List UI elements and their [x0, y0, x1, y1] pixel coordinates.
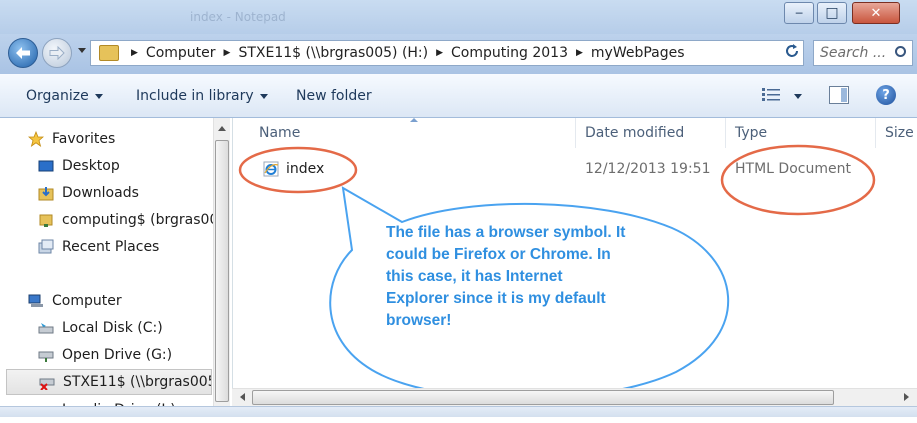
- search-icon: [895, 46, 906, 57]
- callout-line: browser!: [386, 312, 452, 329]
- callout-line: The file has a browser symbol. It: [386, 224, 626, 241]
- minimize-button[interactable]: ─: [784, 2, 814, 24]
- breadcrumb-mywebpages[interactable]: ▶ myWebPages: [568, 45, 685, 61]
- computer-icon: [28, 294, 43, 307]
- nav-downloads-label: Downloads: [62, 185, 139, 201]
- details-pane: [0, 406, 917, 417]
- recent-places-icon: [38, 239, 54, 254]
- maximize-button[interactable]: □: [817, 2, 847, 24]
- folder-icon: [99, 45, 119, 61]
- close-icon: ✕: [870, 5, 882, 21]
- breadcrumb-separator-icon: ▶: [131, 48, 138, 58]
- network-folder-icon: [39, 214, 53, 227]
- chevron-down-icon: [94, 93, 103, 99]
- internet-explorer-icon: [263, 161, 279, 177]
- command-bar: Organize Include in library New folder ?: [0, 74, 917, 118]
- callout-line: Explorer since it is my default: [386, 290, 606, 307]
- maximize-icon: □: [825, 5, 839, 21]
- chevron-down-icon: [259, 93, 268, 99]
- file-row[interactable]: index 12/12/2013 19:51 HTML Document: [253, 158, 893, 182]
- drive-icon: [38, 323, 54, 334]
- title-bar: index - Notepad ─ □ ✕: [0, 0, 917, 34]
- file-list-horizontal-scrollbar[interactable]: [232, 388, 917, 406]
- nav-computing-label: computing$ (brgras004: [62, 212, 228, 228]
- breadcrumb-computer[interactable]: ▶ Computer: [127, 45, 216, 61]
- callout-line: could be Firefox or Chrome. In: [386, 246, 611, 263]
- column-header-date-modified[interactable]: Date modified: [585, 125, 684, 141]
- organize-label: Organize: [26, 88, 89, 104]
- network-drive-icon: [38, 351, 54, 362]
- breadcrumb-separator-icon: ▶: [576, 48, 583, 58]
- desktop-icon: [38, 160, 54, 172]
- column-divider[interactable]: [725, 118, 726, 148]
- address-row: ▶ Computer ▶ STXE11$ (\\brgras005) (H:) ▶ C…: [0, 34, 917, 74]
- downloads-folder-icon: [38, 187, 54, 201]
- arrow-right-icon: [49, 46, 65, 60]
- file-type: HTML Document: [735, 161, 851, 177]
- back-button[interactable]: [8, 38, 38, 68]
- scrollbar-thumb[interactable]: [215, 140, 229, 402]
- nav-local-disk-label: Local Disk (C:): [62, 320, 163, 336]
- navigation-scrollbar[interactable]: [213, 118, 230, 408]
- navigation-pane: Favorites Desktop Downloads computing$ (…: [0, 118, 230, 418]
- nav-open-drive-label: Open Drive (G:): [62, 347, 173, 363]
- column-divider[interactable]: [875, 118, 876, 148]
- breadcrumb-separator-icon: ▶: [436, 48, 444, 58]
- nav-desktop-label: Desktop: [62, 158, 120, 174]
- column-header-size[interactable]: Size: [885, 125, 914, 141]
- disconnected-drive-icon: [39, 378, 55, 390]
- callout-text: The file has a browser symbol. It could …: [386, 222, 686, 332]
- nav-favorites[interactable]: Favorites: [28, 126, 240, 152]
- recent-locations-dropdown[interactable]: [78, 48, 86, 53]
- column-header-type[interactable]: Type: [735, 125, 767, 141]
- file-date-modified: 12/12/2013 19:51: [585, 161, 711, 177]
- arrow-left-icon: [16, 47, 30, 59]
- breadcrumb-computing-2013[interactable]: ▶ Computing 2013: [428, 45, 568, 61]
- search-placeholder: Search ...: [820, 45, 887, 61]
- new-folder-button[interactable]: New folder: [296, 88, 372, 104]
- scroll-right-arrow-icon[interactable]: [904, 393, 909, 401]
- file-name: index: [286, 161, 325, 177]
- include-in-library-label: Include in library: [136, 88, 254, 104]
- nav-computer-label: Computer: [52, 293, 122, 309]
- background-window-title: index - Notepad: [190, 10, 286, 24]
- nav-favorites-label: Favorites: [52, 131, 116, 147]
- close-button[interactable]: ✕: [852, 2, 900, 24]
- star-icon: [28, 131, 44, 147]
- organize-button[interactable]: Organize: [26, 88, 103, 104]
- include-in-library-button[interactable]: Include in library: [136, 88, 268, 104]
- callout-line: this case, it has Internet: [386, 268, 563, 285]
- preview-pane-icon[interactable]: [829, 86, 849, 104]
- change-view-icon[interactable]: [762, 88, 780, 102]
- new-folder-label: New folder: [296, 88, 372, 104]
- nav-stxe11-drive[interactable]: STXE11$ (\\brgras005): [6, 369, 212, 395]
- view-options-dropdown[interactable]: [794, 94, 802, 99]
- column-divider[interactable]: [575, 118, 576, 148]
- breadcrumb-drive[interactable]: ▶ STXE11$ (\\brgras005) (H:): [216, 45, 429, 61]
- nav-computer[interactable]: Computer: [28, 288, 240, 314]
- refresh-icon[interactable]: [784, 43, 800, 59]
- forward-button[interactable]: [42, 38, 72, 68]
- sort-ascending-icon: [410, 118, 418, 122]
- nav-recent-label: Recent Places: [62, 239, 160, 255]
- breadcrumb-separator-icon: ▶: [223, 48, 231, 58]
- scrollbar-thumb[interactable]: [252, 390, 834, 405]
- address-bar[interactable]: ▶ Computer ▶ STXE11$ (\\brgras005) (H:) ▶ C…: [90, 40, 804, 66]
- scroll-left-arrow-icon[interactable]: [240, 393, 245, 401]
- column-header-name[interactable]: Name: [259, 125, 300, 141]
- nav-stxe11-label: STXE11$ (\\brgras005): [63, 374, 212, 390]
- help-icon[interactable]: ?: [876, 85, 896, 105]
- minimize-icon: ─: [795, 6, 803, 20]
- search-input[interactable]: Search ...: [813, 40, 913, 66]
- scroll-up-arrow-icon[interactable]: [218, 126, 226, 131]
